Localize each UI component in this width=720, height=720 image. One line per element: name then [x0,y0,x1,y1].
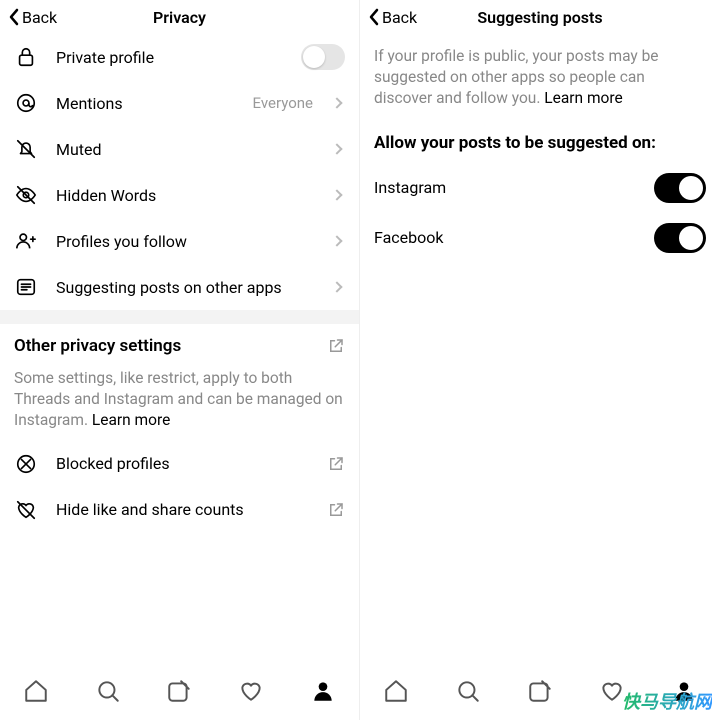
row-value: Everyone [253,94,313,112]
row-muted[interactable]: Muted [0,126,359,172]
row-label: Mentions [56,94,235,113]
back-button-right[interactable]: Back [368,8,417,27]
external-link-icon [327,501,345,519]
row-profiles-you-follow[interactable]: Profiles you follow [0,218,359,264]
toggle-label: Instagram [374,178,654,197]
row-blocked-profiles[interactable]: Blocked profiles [0,441,359,487]
back-button-left[interactable]: Back [8,8,57,27]
external-link-icon [327,337,345,355]
nav-search-icon[interactable] [455,678,481,704]
row-suggesting-posts[interactable]: Suggesting posts on other apps [0,264,359,310]
nav-profile-icon[interactable] [310,678,336,704]
row-label: Private profile [56,48,283,67]
tab-bar-right [360,662,720,720]
chevron-right-icon [331,143,342,154]
toggle-label: Facebook [374,228,654,247]
nav-home-icon[interactable] [383,678,409,704]
nav-home-icon[interactable] [23,678,49,704]
row-private-profile[interactable]: Private profile [0,34,359,80]
chevron-left-icon [368,8,380,26]
nav-profile-icon[interactable] [671,678,697,704]
suggesting-intro: If your profile is public, your posts ma… [360,34,720,125]
page-title-left: Privacy [153,8,206,27]
toggle-row-facebook: Facebook [360,213,720,263]
other-text-body: Some settings, like restrict, apply to b… [14,369,343,429]
other-heading-label: Other privacy settings [14,336,181,356]
row-mentions[interactable]: Mentions Everyone [0,80,359,126]
row-label: Blocked profiles [56,454,309,473]
lock-icon [14,45,38,69]
nav-search-icon[interactable] [95,678,121,704]
instagram-toggle[interactable] [654,173,706,203]
row-label: Hide like and share counts [56,500,309,519]
block-icon [14,452,38,476]
row-hidden-words[interactable]: Hidden Words [0,172,359,218]
section-divider [0,310,359,324]
privacy-pane: Back Privacy Private profile Mentions Ev… [0,0,360,720]
other-privacy-text: Some settings, like restrict, apply to b… [0,368,359,441]
chevron-right-icon [331,97,342,108]
row-label: Hidden Words [56,186,315,205]
facebook-toggle[interactable] [654,223,706,253]
nav-compose-icon[interactable] [527,678,553,704]
nav-activity-icon[interactable] [238,678,264,704]
list-icon [14,275,38,299]
toggle-row-instagram: Instagram [360,163,720,213]
row-label: Muted [56,140,315,159]
at-icon [14,91,38,115]
chevron-right-icon [331,281,342,292]
external-link-icon [327,455,345,473]
chevron-right-icon [331,189,342,200]
row-hide-like-counts[interactable]: Hide like and share counts [0,487,359,533]
suggesting-pane: Back Suggesting posts If your profile is… [360,0,720,720]
other-privacy-heading[interactable]: Other privacy settings [0,324,359,368]
eye-off-icon [14,183,38,207]
learn-more-link[interactable]: Learn more [92,411,170,429]
nav-compose-icon[interactable] [166,678,192,704]
back-label-left: Back [22,8,57,27]
people-icon [14,229,38,253]
chevron-left-icon [8,8,20,26]
tab-bar-left [0,662,359,720]
right-header: Back Suggesting posts [360,0,720,34]
chevron-right-icon [331,235,342,246]
left-header: Back Privacy [0,0,359,34]
back-label-right: Back [382,8,417,27]
row-label: Suggesting posts on other apps [56,278,315,297]
private-profile-toggle[interactable] [301,44,345,70]
nav-activity-icon[interactable] [599,678,625,704]
page-title-right: Suggesting posts [477,8,602,27]
bell-off-icon [14,137,38,161]
row-label: Profiles you follow [56,232,315,251]
learn-more-link[interactable]: Learn more [544,89,622,107]
heart-off-icon [14,498,38,522]
allow-title: Allow your posts to be suggested on: [360,125,720,163]
privacy-list: Private profile Mentions Everyone Muted … [0,34,359,720]
